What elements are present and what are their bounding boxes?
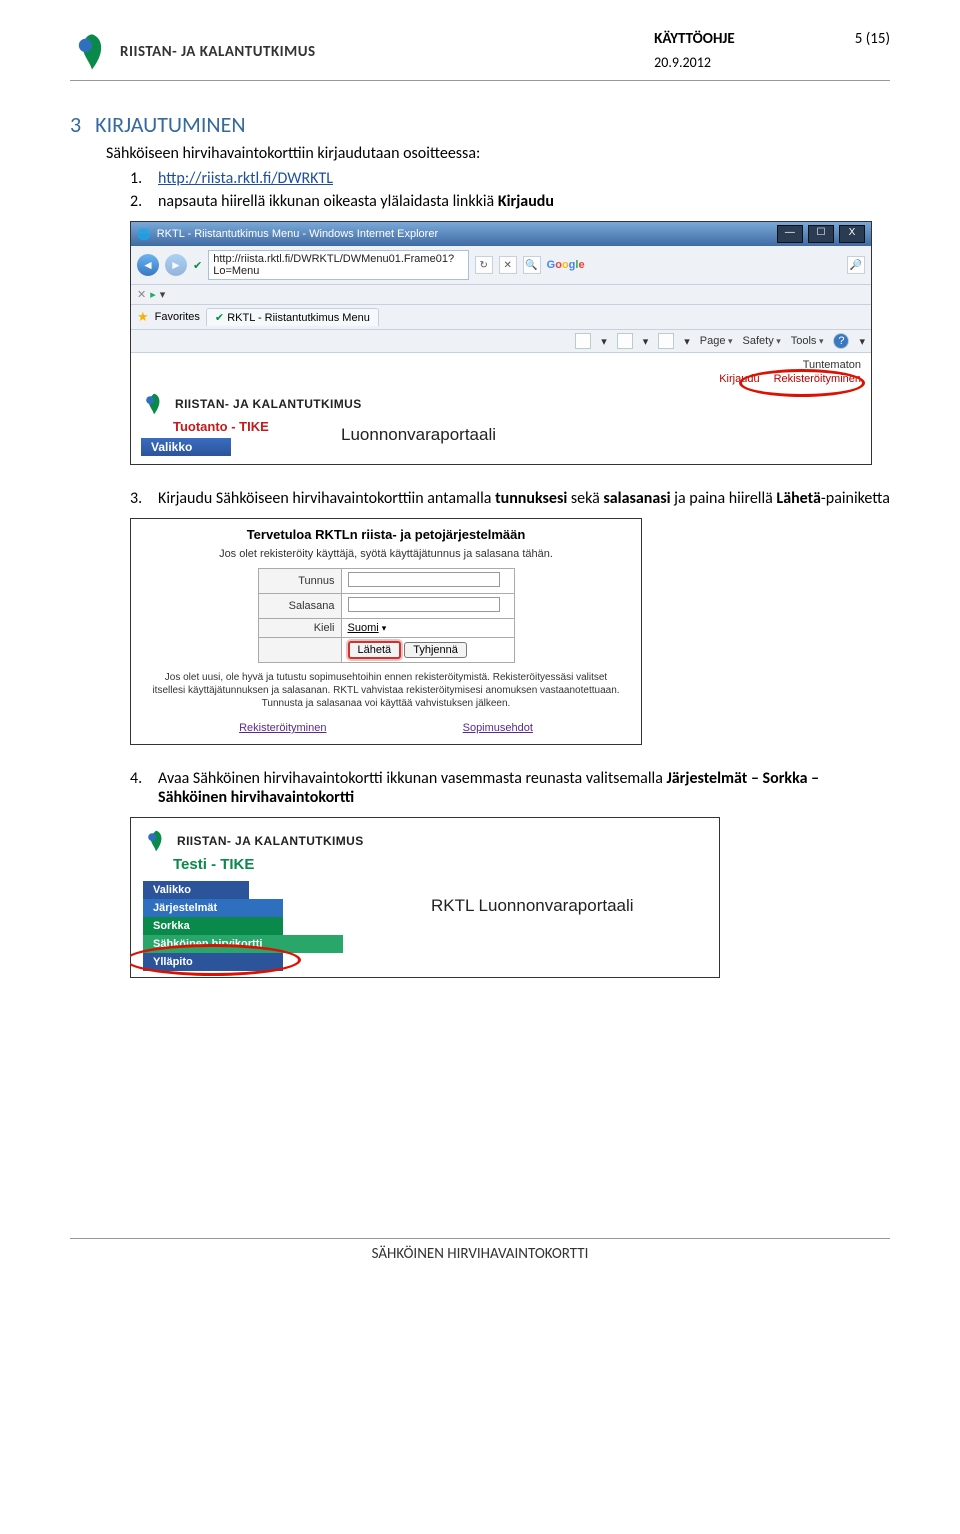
menu-sorkka[interactable]: Sorkka xyxy=(143,917,283,935)
tyhjenna-button[interactable]: Tyhjennä xyxy=(404,642,467,658)
step-1: 1. http://riista.rktl.fi/DWRKTL xyxy=(130,169,890,188)
forward-button[interactable]: ► xyxy=(165,254,187,276)
step-3: 3. Kirjaudu Sähköiseen hirvihavaintokort… xyxy=(130,489,890,508)
favorites-star-icon[interactable]: ★ xyxy=(137,309,149,325)
page-header: RIISTAN- JA KALANTUTKIMUS KÄYTTÖOHJE 5 (… xyxy=(70,30,890,81)
close-button[interactable]: X xyxy=(839,225,865,243)
label-kieli: Kieli xyxy=(258,619,341,638)
maximize-button[interactable]: ☐ xyxy=(808,225,834,243)
url-link[interactable]: http://riista.rktl.fi/DWRKTL xyxy=(158,169,333,188)
section-heading: 3 KIRJAUTUMINEN xyxy=(70,111,890,138)
highlight-ellipse xyxy=(130,944,301,976)
valikko-tab[interactable]: Valikko xyxy=(141,438,231,456)
menu-jarjestelmat[interactable]: Järjestelmät xyxy=(143,899,283,917)
highlight-ellipse xyxy=(739,369,865,397)
favorites-label[interactable]: Favorites xyxy=(155,311,200,323)
screenshot-browser: 🌐 RKTL - Riistantutkimus Menu - Windows … xyxy=(130,221,872,465)
login-title: Tervetuloa RKTLn riista- ja petojärjeste… xyxy=(131,519,641,546)
browser-menu-row: ▾ ▾ ▾ Page Safety Tools ?▾ xyxy=(131,330,871,353)
logo-icon xyxy=(70,30,114,74)
login-footnote: Jos olet uusi, ole hyvä ja tutustu sopim… xyxy=(131,663,641,718)
screenshot-menu-tree: RIISTAN- JA KALANTUTKIMUS Testi - TIKE V… xyxy=(130,817,720,978)
window-titlebar: 🌐 RKTL - Riistantutkimus Menu - Windows … xyxy=(131,222,871,246)
menu-safety[interactable]: Safety xyxy=(743,335,781,347)
google-search[interactable]: Google xyxy=(547,259,585,271)
window-title: RKTL - Riistantutkimus Menu - Windows In… xyxy=(157,228,438,240)
logo-icon xyxy=(141,391,167,417)
help-icon[interactable]: ? xyxy=(833,333,849,349)
refresh-icon[interactable]: ↻ xyxy=(475,256,493,274)
screenshot-login-form: Tervetuloa RKTLn riista- ja petojärjeste… xyxy=(130,518,642,745)
input-tunnus[interactable] xyxy=(348,572,500,587)
search-glass-icon[interactable]: 🔎 xyxy=(847,256,865,274)
page-footer: SÄHKÖINEN HIRVIHAVAINTOKORTTI xyxy=(70,1238,890,1263)
brand-text: RIISTAN- JA KALANTUTKIMUS xyxy=(177,834,364,848)
brand-text: RIISTAN- JA KALANTUTKIMUS xyxy=(175,397,362,411)
address-bar-row: ◄ ► ✔ http://riista.rktl.fi/DWRKTL/DWMen… xyxy=(131,246,871,285)
testi-label: Testi - TIKE xyxy=(173,856,707,873)
portal-heading: Luonnonvaraportaali xyxy=(341,425,496,445)
page-icon: ✔ xyxy=(193,259,202,272)
doc-date: 20.9.2012 xyxy=(654,54,890,71)
feed-icon[interactable] xyxy=(617,333,633,349)
brand-text: RIISTAN- JA KALANTUTKIMUS xyxy=(120,43,316,61)
menu-page[interactable]: Page xyxy=(700,335,733,347)
logo-icon xyxy=(143,828,169,854)
login-subtitle: Jos olet rekisteröity käyttäjä, syötä kä… xyxy=(131,546,641,568)
laheta-button[interactable]: Lähetä xyxy=(348,641,402,659)
doc-title: KÄYTTÖOHJE xyxy=(654,30,735,48)
step-2: 2. napsauta hiirellä ikkunan oikeasta yl… xyxy=(130,192,890,211)
toolbar-row: ✕▸▾ xyxy=(131,285,871,305)
ie-icon: 🌐 xyxy=(137,228,151,241)
tuotanto-label: Tuotanto - TIKE xyxy=(173,419,861,434)
link-sopimusehdot[interactable]: Sopimusehdot xyxy=(463,722,533,734)
back-button[interactable]: ◄ xyxy=(137,254,159,276)
mail-icon[interactable] xyxy=(658,333,674,349)
step-4: 4. Avaa Sähköinen hirvihavaintokortti ik… xyxy=(130,769,890,807)
address-input[interactable]: http://riista.rktl.fi/DWRKTL/DWMenu01.Fr… xyxy=(208,250,468,280)
menu-tools[interactable]: Tools xyxy=(791,335,824,347)
section-title: KIRJAUTUMINEN xyxy=(95,111,245,138)
brand-logo: RIISTAN- JA KALANTUTKIMUS xyxy=(70,30,316,74)
label-salasana: Salasana xyxy=(258,594,341,619)
login-table: Tunnus Salasana KieliSuomi ▾ Lähetä Tyhj… xyxy=(258,568,515,663)
select-kieli[interactable]: Suomi xyxy=(348,622,379,634)
input-salasana[interactable] xyxy=(348,597,500,612)
link-rekisteroityminen[interactable]: Rekisteröityminen xyxy=(239,722,326,734)
search-icon[interactable]: 🔍 xyxy=(523,256,541,274)
page-number: 5 (15) xyxy=(855,30,890,48)
minimize-button[interactable]: — xyxy=(777,225,803,243)
browser-tab[interactable]: ✔ RKTL - Riistantutkimus Menu xyxy=(206,308,379,326)
stop-icon[interactable]: ✕ xyxy=(499,256,517,274)
portal-heading: RKTL Luonnonvaraportaali xyxy=(431,896,634,916)
intro-text: Sähköiseen hirvihavaintokorttiin kirjaud… xyxy=(106,144,890,163)
home-icon[interactable] xyxy=(575,333,591,349)
favorites-row: ★ Favorites ✔ RKTL - Riistantutkimus Men… xyxy=(131,305,871,330)
section-number: 3 xyxy=(70,111,81,138)
menu-valikko[interactable]: Valikko xyxy=(143,881,249,899)
label-tunnus: Tunnus xyxy=(258,569,341,594)
